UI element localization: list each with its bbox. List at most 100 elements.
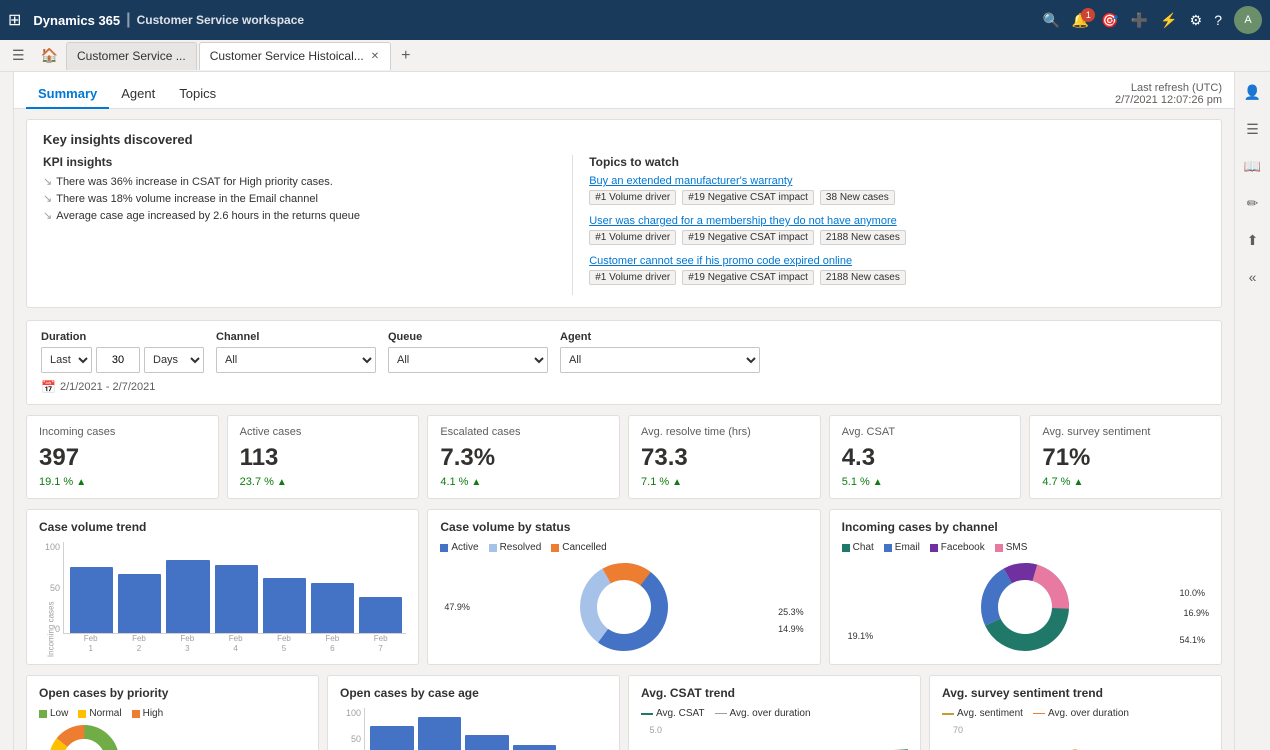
search-icon[interactable]: 🔍	[1042, 12, 1059, 29]
bar-xlabel-4: Feb4	[214, 634, 257, 652]
legend-dot-email	[884, 544, 892, 552]
filters-row: Duration Last Days 📅 2/1/2021 - 2/7/2021	[26, 320, 1222, 405]
tab-add-button[interactable]: +	[393, 43, 418, 69]
metric-arrow-2: ▲	[471, 477, 481, 488]
tab-agent[interactable]: Agent	[109, 80, 167, 109]
filter-queue: Queue All	[388, 331, 548, 373]
tab-topics[interactable]: Topics	[167, 80, 228, 109]
legend-avg-over-duration-s: Avg. over duration	[1033, 708, 1129, 719]
metric-change-val-1: 23.7	[240, 476, 261, 488]
kpi-section-title: KPI insights	[43, 155, 556, 169]
tab-customer-service[interactable]: Customer Service ...	[66, 42, 197, 70]
sidebar-collapse-icon[interactable]: «	[1245, 265, 1261, 289]
filter-duration-period[interactable]: Last	[41, 347, 92, 373]
tab-summary[interactable]: Summary	[26, 80, 109, 109]
waffle-icon[interactable]: ⊞	[8, 10, 21, 30]
metric-change-2: 4.1 % ▲	[440, 476, 607, 488]
filter-channel-select[interactable]: All	[216, 347, 376, 373]
metric-value-4: 4.3	[842, 444, 1009, 472]
sidebar-person-icon[interactable]: 👤	[1240, 80, 1265, 105]
channel-label-541: 54.1%	[1179, 635, 1205, 645]
hamburger-menu[interactable]: ☰	[4, 43, 33, 68]
kpi-arrow-2: ↘	[43, 192, 52, 205]
chart-csat-trend: Avg. CSAT trend Avg. CSAT Avg. over dura…	[628, 675, 921, 750]
help-icon[interactable]: ?	[1214, 12, 1222, 28]
bar-1	[70, 567, 113, 633]
legend-label-resolved: Resolved	[500, 542, 542, 553]
nav-separator: |	[126, 11, 130, 29]
sidebar-pencil-icon[interactable]: ✏	[1243, 191, 1263, 216]
donut-pct-25: 25.3%	[778, 607, 804, 617]
target-icon[interactable]: 🎯	[1101, 12, 1118, 29]
refresh-info: Last refresh (UTC) 2/7/2021 12:07:26 pm	[1115, 82, 1222, 106]
notification-icon[interactable]: 🔔 1	[1072, 12, 1089, 29]
bar-xlabel-6: Feb6	[311, 634, 354, 652]
legend-label-email: Email	[895, 542, 920, 553]
filter-queue-select[interactable]: All	[388, 347, 548, 373]
legend-label-high: High	[143, 708, 164, 719]
brand-name: Dynamics 365 | Customer Service workspac…	[33, 11, 304, 29]
add-icon[interactable]: ➕	[1131, 12, 1148, 29]
legend-sms: SMS	[995, 542, 1028, 553]
y-label-100: 100	[39, 542, 60, 552]
legend-dot-normal	[78, 710, 86, 718]
tab-close-button[interactable]: ✕	[370, 50, 380, 63]
topic-link-1[interactable]: Buy an extended manufacturer's warranty	[589, 175, 1205, 187]
kpi-item-2: ↘ There was 18% volume increase in the E…	[43, 192, 556, 205]
age-y-50: 50	[340, 734, 361, 744]
metric-value-1: 113	[240, 444, 407, 472]
chart-title-channel: Incoming cases by channel	[842, 520, 1209, 534]
bar-xlabel-3: Feb3	[166, 634, 209, 652]
donut-label-right-mid: 25.3%	[778, 607, 804, 617]
csat-svg	[665, 725, 908, 750]
status-legend: Active Resolved Cancelled	[440, 542, 807, 553]
kpi-text-2: There was 18% volume increase in the Ema…	[56, 193, 318, 205]
chart-incoming-channel: Incoming cases by channel Chat Email	[829, 509, 1222, 665]
topic-link-3[interactable]: Customer cannot see if his promo code ex…	[589, 255, 1205, 267]
bar-xlabel-2: Feb2	[117, 634, 160, 652]
bar-chart-area	[63, 542, 406, 634]
bar-6	[311, 583, 354, 633]
sub-tabs-bar: Summary Agent Topics Last refresh (UTC) …	[14, 72, 1234, 109]
filter-duration-unit[interactable]: Days	[144, 347, 204, 373]
donut-label-left: 47.9%	[444, 602, 470, 612]
metric-title-5: Avg. survey sentiment	[1042, 426, 1209, 438]
sentiment-y-labels: 70 68	[942, 725, 966, 750]
legend-dot-chat	[842, 544, 850, 552]
topic-link-2[interactable]: User was charged for a membership they d…	[589, 215, 1205, 227]
home-button[interactable]: 🏠	[35, 43, 64, 68]
legend-low: Low	[39, 708, 68, 719]
metric-change-1: 23.7 % ▲	[240, 476, 407, 488]
csat-trend-chart: 5.0 4.0	[641, 725, 908, 750]
settings-icon[interactable]: ⚙	[1190, 12, 1203, 29]
topic-tags-2: #1 Volume driver #19 Negative CSAT impac…	[589, 230, 1205, 245]
filter-icon[interactable]: ⚡	[1160, 12, 1177, 29]
legend-label-facebook: Facebook	[941, 542, 985, 553]
donut-chart-status: 47.9% 14.9% 25.3%	[440, 559, 807, 654]
topics-title: Topics to watch	[589, 155, 1205, 169]
filter-agent-select[interactable]: All	[560, 347, 760, 373]
donut-chart-channel: 10.0% 16.9% 19.1% 54.1%	[842, 559, 1209, 654]
metric-card-incoming: Incoming cases 397 19.1 % ▲	[26, 415, 219, 499]
filter-agent: Agent All	[560, 331, 760, 373]
topic-item-1: Buy an extended manufacturer's warranty …	[589, 175, 1205, 205]
metric-title-1: Active cases	[240, 426, 407, 438]
tag-3-2: 2188 New cases	[820, 270, 906, 285]
filter-channel: Channel All	[216, 331, 376, 373]
filter-queue-label: Queue	[388, 331, 548, 343]
tab-customer-service-historical[interactable]: Customer Service Histoical... ✕	[199, 42, 391, 70]
legend-normal: Normal	[78, 708, 121, 719]
kpi-item-3: ↘ Average case age increased by 2.6 hour…	[43, 209, 556, 222]
bar-7	[359, 597, 402, 633]
age-bar-2	[418, 717, 462, 750]
workspace-label: Customer Service workspace	[137, 13, 304, 27]
insights-title: Key insights discovered	[43, 132, 1205, 147]
kpi-arrow-1: ↘	[43, 175, 52, 188]
metric-value-0: 397	[39, 444, 206, 472]
sidebar-share-icon[interactable]: ⬆	[1243, 228, 1263, 253]
filter-duration-number[interactable]	[96, 347, 140, 373]
sidebar-book-icon[interactable]: 📖	[1240, 154, 1265, 179]
y-axis-label: Incoming cases	[46, 602, 55, 658]
sidebar-list-icon[interactable]: ☰	[1242, 117, 1263, 142]
user-avatar[interactable]: A	[1234, 6, 1262, 34]
